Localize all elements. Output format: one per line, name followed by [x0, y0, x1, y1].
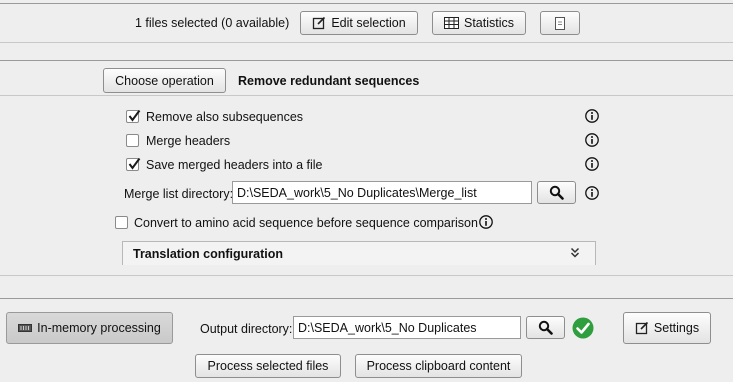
info-icon[interactable]: [585, 109, 599, 123]
in-memory-processing-toggle[interactable]: In-memory processing: [6, 312, 173, 344]
divider: [0, 298, 733, 299]
process-clipboard-button[interactable]: Process clipboard content: [355, 354, 522, 378]
browse-output-directory-button[interactable]: [526, 316, 565, 339]
table-icon: [443, 17, 459, 29]
remove-subsequences-label: Remove also subsequences: [146, 110, 304, 124]
settings-label: Settings: [653, 321, 700, 335]
choose-operation-label: Choose operation: [115, 73, 214, 88]
output-directory-input[interactable]: [293, 316, 521, 339]
merge-list-directory-label: Merge list directory:: [124, 187, 234, 201]
export-button[interactable]: [540, 11, 580, 35]
save-merged-headers-label: Save merged headers into a file: [146, 158, 323, 172]
statistics-button[interactable]: Statistics: [432, 11, 526, 35]
process-selected-files-button[interactable]: Process selected files: [195, 354, 341, 378]
current-operation-title: Remove redundant sequences: [238, 74, 420, 88]
checkmark-icon: [128, 157, 141, 170]
info-icon[interactable]: [585, 133, 599, 147]
status-ok-icon: [572, 317, 594, 342]
document-icon: [554, 16, 566, 30]
convert-amino-label: Convert to amino acid sequence before se…: [134, 216, 478, 230]
files-selected-text: 1 files selected (0 available): [135, 16, 290, 30]
remove-subsequences-checkbox[interactable]: [126, 109, 141, 123]
edit-icon: [635, 321, 649, 335]
checkmark-icon: [128, 109, 141, 122]
in-memory-processing-label: In-memory processing: [37, 321, 161, 335]
divider: [0, 42, 733, 43]
merge-headers-checkbox[interactable]: [126, 134, 139, 147]
process-clipboard-label: Process clipboard content: [366, 359, 511, 373]
info-icon[interactable]: [585, 157, 599, 171]
convert-amino-checkbox[interactable]: [115, 216, 128, 229]
settings-button[interactable]: Settings: [623, 312, 711, 344]
process-selected-files-label: Process selected files: [207, 359, 329, 373]
translation-configuration-label: Translation configuration: [133, 247, 284, 261]
translation-configuration-header[interactable]: Translation configuration: [122, 241, 596, 265]
browse-merge-list-button[interactable]: [537, 181, 576, 204]
divider: [0, 95, 733, 96]
statistics-label: Statistics: [463, 16, 514, 30]
divider: [0, 275, 733, 276]
search-icon: [549, 185, 564, 200]
info-icon[interactable]: [479, 215, 493, 229]
choose-operation-button[interactable]: Choose operation: [103, 68, 226, 93]
merge-list-directory-input[interactable]: [232, 181, 532, 204]
edit-selection-button[interactable]: Edit selection: [300, 11, 418, 35]
save-merged-headers-checkbox[interactable]: [126, 157, 141, 171]
memory-icon: [18, 324, 33, 332]
edit-icon: [312, 16, 326, 30]
chevron-double-down-icon: [570, 247, 580, 262]
merge-headers-label: Merge headers: [146, 134, 231, 148]
output-directory-label: Output directory:: [200, 322, 293, 336]
divider: [0, 60, 733, 61]
search-icon: [538, 320, 553, 335]
edit-selection-label: Edit selection: [331, 16, 406, 30]
top-border: [0, 3, 733, 4]
info-icon[interactable]: [585, 186, 599, 200]
